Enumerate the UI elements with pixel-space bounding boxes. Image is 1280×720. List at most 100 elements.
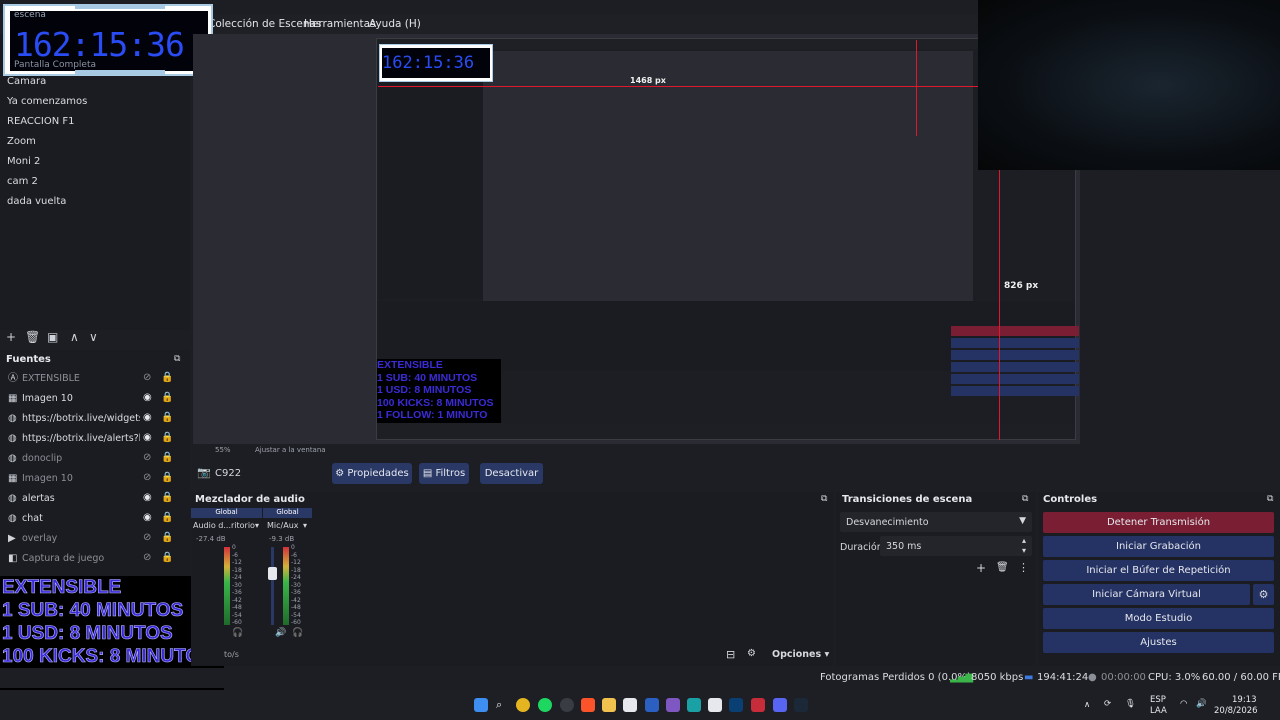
more-options-icon[interactable]: ⋮ bbox=[1018, 561, 1029, 574]
wifi-icon[interactable]: ◠ bbox=[1180, 699, 1187, 709]
lock-icon[interactable]: 🔒 bbox=[161, 492, 173, 503]
eye-icon[interactable]: ◉ bbox=[143, 412, 152, 423]
virtual-camera-settings-icon[interactable]: ⚙ bbox=[1253, 584, 1274, 605]
lock-icon[interactable]: 🔒 bbox=[161, 432, 173, 443]
app-icon[interactable] bbox=[751, 698, 765, 712]
source-item[interactable]: ▶ overlay ⊘ 🔒 bbox=[0, 531, 190, 549]
volume-slider-handle[interactable] bbox=[268, 567, 277, 580]
lock-icon[interactable]: 🔒 bbox=[161, 392, 173, 403]
volume-slider[interactable] bbox=[271, 547, 274, 625]
filters-button[interactable]: ▤ Filtros bbox=[419, 463, 469, 484]
app-icon[interactable] bbox=[623, 698, 637, 712]
move-down-icon[interactable]: ∨ bbox=[89, 330, 98, 344]
taskbar-time[interactable]: 19:13 bbox=[1232, 695, 1257, 705]
eye-icon[interactable]: ◉ bbox=[143, 512, 152, 523]
app-icon[interactable] bbox=[666, 698, 680, 712]
scene-item[interactable]: REACCION F1 bbox=[7, 116, 75, 127]
menu-help[interactable]: Ayuda (H) bbox=[369, 18, 421, 30]
photoshop-icon[interactable] bbox=[729, 698, 743, 712]
deactivate-button[interactable]: Desactivar bbox=[480, 463, 543, 484]
volume-icon[interactable]: 🔊 bbox=[1196, 699, 1207, 709]
chrome-icon[interactable] bbox=[516, 698, 530, 712]
mixer-settings-icon[interactable]: ⚙ bbox=[747, 648, 756, 659]
source-item[interactable]: ▦ Imagen 10 ◉ 🔒 bbox=[0, 391, 190, 409]
source-item[interactable]: ◍ donoclip ⊘ 🔒 bbox=[0, 451, 190, 469]
steam-icon[interactable] bbox=[794, 698, 808, 712]
settings-button[interactable]: Ajustes bbox=[1043, 632, 1274, 653]
hidden-icon[interactable]: ⊘ bbox=[143, 472, 151, 483]
zoom-fit[interactable]: Ajustar a la ventana bbox=[255, 446, 326, 454]
source-item[interactable]: ◍https://botrix.live/widgets/ch◉🔒 bbox=[0, 411, 190, 429]
brave-icon[interactable] bbox=[581, 698, 595, 712]
speaker-icon[interactable]: 🔊 bbox=[275, 628, 286, 638]
properties-button[interactable]: ⚙ Propiedades bbox=[332, 463, 412, 484]
eye-icon[interactable]: ◉ bbox=[143, 432, 152, 443]
hidden-icon[interactable]: ⊘ bbox=[143, 532, 151, 543]
filter-scene-icon[interactable]: ▣ bbox=[47, 330, 58, 344]
start-virtual-camera-button[interactable]: Iniciar Cámara Virtual bbox=[1043, 584, 1250, 605]
stop-stream-button[interactable]: Detener Transmisión bbox=[1043, 512, 1274, 533]
scene-item[interactable]: Camara bbox=[7, 76, 46, 87]
scene-item[interactable]: cam 2 bbox=[7, 176, 38, 187]
word-icon[interactable] bbox=[645, 698, 659, 712]
mic-icon[interactable]: 🎙 bbox=[1125, 699, 1136, 709]
zoom-value[interactable]: 55% bbox=[215, 446, 231, 454]
headphones-icon[interactable]: 🎧 bbox=[292, 628, 303, 638]
hidden-icon[interactable]: ⊘ bbox=[143, 552, 151, 563]
source-item[interactable]: ◍https://botrix.live/alerts?bid=◉🔒 bbox=[0, 431, 190, 449]
source-item[interactable]: ◍ chat ◉ 🔒 bbox=[0, 511, 190, 529]
spotify-icon[interactable] bbox=[538, 698, 552, 712]
start-icon[interactable] bbox=[474, 698, 488, 712]
search-icon[interactable]: ⌕ bbox=[496, 698, 510, 712]
scene-item[interactable]: Moni 2 bbox=[7, 156, 40, 167]
lock-icon[interactable]: 🔒 bbox=[161, 532, 173, 543]
lock-icon[interactable]: 🔒 bbox=[161, 512, 173, 523]
lock-icon[interactable]: 🔒 bbox=[161, 372, 173, 383]
undock-icon[interactable]: ⧉ bbox=[1267, 494, 1273, 504]
lock-icon[interactable]: 🔒 bbox=[161, 412, 173, 423]
studio-mode-button[interactable]: Modo Estudio bbox=[1043, 608, 1274, 629]
headphones-icon[interactable]: 🎧 bbox=[232, 628, 243, 638]
undock-icon[interactable]: ⧉ bbox=[1022, 494, 1028, 504]
layout-icon[interactable]: ⊟ bbox=[726, 648, 735, 661]
stepper-icon[interactable]: ▴ ▾ bbox=[1022, 536, 1026, 556]
remove-transition-icon[interactable]: 🗑 bbox=[996, 562, 1009, 573]
hidden-icon[interactable]: ⊘ bbox=[143, 452, 151, 463]
edge-icon[interactable] bbox=[687, 698, 701, 712]
start-replay-buffer-button[interactable]: Iniciar el Búfer de Repetición bbox=[1043, 560, 1274, 581]
scene-item[interactable]: dada vuelta bbox=[7, 196, 66, 207]
obs-icon[interactable] bbox=[560, 698, 574, 712]
source-item[interactable]: ▦ Imagen 10 ⊘ 🔒 bbox=[0, 471, 190, 489]
eye-icon[interactable]: ◉ bbox=[143, 492, 152, 503]
undock-icon[interactable]: ⧉ bbox=[821, 494, 827, 504]
undock-icon[interactable]: ⧉ bbox=[174, 354, 180, 364]
eye-icon[interactable]: ◉ bbox=[143, 392, 152, 403]
lock-icon[interactable]: 🔒 bbox=[161, 472, 173, 483]
lock-icon[interactable]: 🔒 bbox=[161, 552, 173, 563]
taskbar-date[interactable]: 20/8/2026 bbox=[1214, 706, 1258, 716]
channel-menu-icon[interactable]: ▾ bbox=[255, 521, 259, 530]
sync-icon[interactable]: ⟳ bbox=[1104, 699, 1111, 709]
add-scene-icon[interactable]: + bbox=[6, 330, 16, 344]
mixer-options-button[interactable]: Opciones ▾ bbox=[772, 649, 829, 660]
scene-item[interactable]: Zoom bbox=[7, 136, 36, 147]
source-item[interactable]: ◧ Captura de juego ⊘ 🔒 bbox=[0, 551, 190, 569]
discord-icon[interactable] bbox=[773, 698, 787, 712]
add-transition-icon[interactable]: + bbox=[976, 561, 986, 575]
scene-item[interactable]: Ya comenzamos bbox=[7, 96, 87, 107]
lock-icon[interactable]: 🔒 bbox=[161, 452, 173, 463]
language-secondary[interactable]: LAA bbox=[1150, 706, 1167, 716]
app-icon[interactable] bbox=[708, 698, 722, 712]
start-recording-button[interactable]: Iniciar Grabación bbox=[1043, 536, 1274, 557]
move-up-icon[interactable]: ∧ bbox=[70, 330, 79, 344]
remove-scene-icon[interactable]: 🗑 bbox=[25, 330, 40, 344]
hidden-icon[interactable]: ⊘ bbox=[143, 372, 151, 383]
language-primary[interactable]: ESP bbox=[1150, 695, 1166, 705]
source-item[interactable]: ◍ alertas ◉ 🔒 bbox=[0, 491, 190, 509]
channel-menu-icon[interactable]: ▾ bbox=[303, 521, 307, 530]
transition-select[interactable]: Desvanecimiento ▼ bbox=[840, 512, 1032, 532]
duration-input[interactable]: 350 ms ▴ ▾ bbox=[880, 536, 1032, 556]
source-item[interactable]: Ⓐ EXTENSIBLE ⊘ 🔒 bbox=[0, 371, 190, 389]
explorer-icon[interactable] bbox=[602, 698, 616, 712]
menu-tools[interactable]: Herramientas bbox=[304, 18, 376, 30]
